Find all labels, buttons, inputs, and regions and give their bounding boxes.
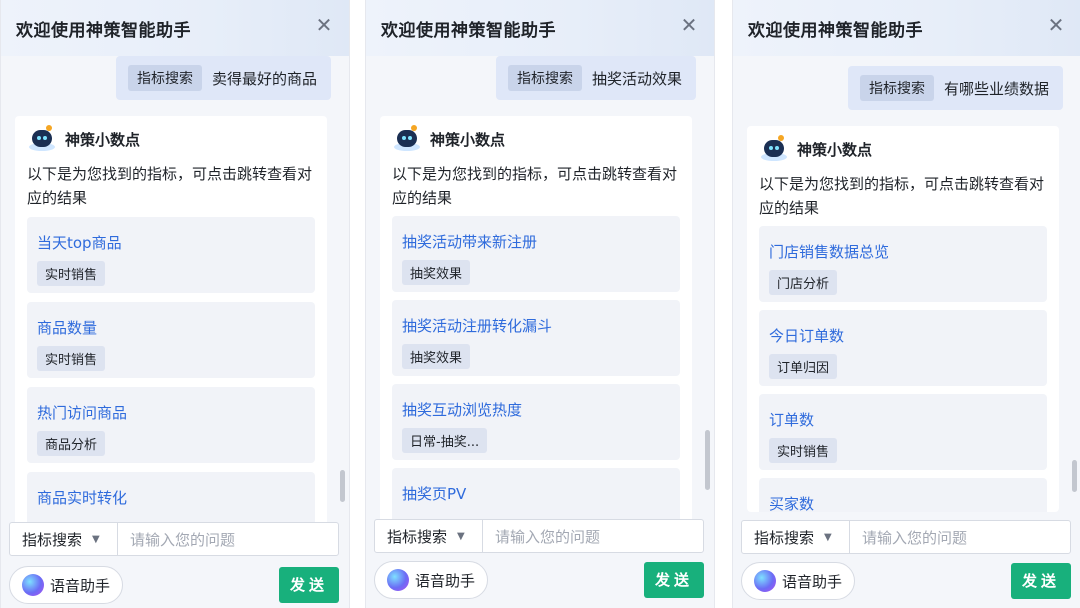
assistant-panel-1: 欢迎使用神策智能助手 ✕ 指标搜索 卖得最好的商品 神策小数点 以下是为您找到的… bbox=[0, 0, 350, 608]
result-tag: 订单归因 bbox=[769, 354, 838, 379]
dropdown-label: 指标搜索 bbox=[22, 530, 83, 549]
result-title-link[interactable]: 今日订单数 bbox=[769, 325, 844, 346]
stage: 欢迎使用神策智能助手 ✕ 指标搜索 卖得最好的商品 神策小数点 以下是为您找到的… bbox=[0, 0, 1080, 608]
bot-reply-card: 神策小数点 以下是为您找到的指标，可点击跳转查看对应的结果 当天top商品 实时… bbox=[15, 116, 327, 536]
result-tag: 抽奖效果 bbox=[402, 344, 471, 369]
robot-avatar-icon bbox=[27, 124, 57, 154]
panel-header: 欢迎使用神策智能助手 ✕ bbox=[733, 0, 1080, 56]
result-title-link[interactable]: 商品数量 bbox=[37, 317, 97, 338]
result-tag: 日常-抽奖... bbox=[402, 428, 488, 453]
voice-orb-icon bbox=[22, 574, 44, 596]
bot-header: 神策小数点 bbox=[759, 134, 872, 164]
user-message: 指标搜索 有哪些业绩数据 bbox=[847, 66, 1063, 110]
result-title-link[interactable]: 抽奖页PV bbox=[402, 483, 466, 504]
send-button[interactable]: 发送 bbox=[279, 567, 339, 603]
close-icon[interactable]: ✕ bbox=[1045, 14, 1067, 36]
result-title-link[interactable]: 商品实时转化 bbox=[37, 487, 127, 508]
bot-message: 以下是为您找到的指标，可点击跳转查看对应的结果 bbox=[27, 165, 313, 207]
user-message-tag: 指标搜索 bbox=[127, 65, 202, 91]
panel-header: 欢迎使用神策智能助手 ✕ bbox=[366, 0, 714, 56]
search-type-dropdown[interactable]: 指标搜索 ▼ bbox=[10, 523, 118, 555]
result-item[interactable]: 当天top商品 实时销售 bbox=[27, 217, 315, 293]
result-title-link[interactable]: 门店销售数据总览 bbox=[769, 241, 889, 262]
search-type-dropdown[interactable]: 指标搜索 ▼ bbox=[742, 521, 850, 553]
result-item[interactable]: 今日订单数 订单归因 bbox=[759, 310, 1047, 386]
scrollbar-thumb[interactable] bbox=[1072, 460, 1077, 492]
panel-title: 欢迎使用神策智能助手 bbox=[16, 21, 191, 41]
question-input-row: 指标搜索 ▼ 请输入您的问题 bbox=[374, 519, 704, 553]
robot-avatar-icon bbox=[392, 124, 422, 154]
send-button[interactable]: 发送 bbox=[644, 562, 704, 598]
result-title-link[interactable]: 订单数 bbox=[769, 409, 814, 430]
user-message-text: 有哪些业绩数据 bbox=[943, 79, 1049, 98]
dropdown-label: 指标搜索 bbox=[754, 528, 815, 547]
result-item[interactable]: 买家数 bbox=[759, 478, 1047, 512]
user-message: 指标搜索 抽奖活动效果 bbox=[495, 56, 696, 100]
bot-reply-card: 神策小数点 以下是为您找到的指标，可点击跳转查看对应的结果 抽奖活动带来新注册 … bbox=[380, 116, 692, 536]
bot-header: 神策小数点 bbox=[27, 124, 140, 154]
result-tag: 实时销售 bbox=[37, 346, 106, 371]
voice-assistant-label: 语音助手 bbox=[782, 572, 843, 591]
question-input[interactable]: 请输入您的问题 bbox=[118, 529, 338, 550]
result-item[interactable]: 商品数量 实时销售 bbox=[27, 302, 315, 378]
result-item[interactable]: 抽奖互动浏览热度 日常-抽奖... bbox=[392, 384, 680, 460]
result-tag: 实时销售 bbox=[769, 438, 838, 463]
result-tag: 门店分析 bbox=[769, 270, 838, 295]
question-input-row: 指标搜索 ▼ 请输入您的问题 bbox=[741, 520, 1071, 554]
voice-assistant-button[interactable]: 语音助手 bbox=[9, 566, 123, 604]
result-item[interactable]: 热门访问商品 商品分析 bbox=[27, 387, 315, 463]
panel-header: 欢迎使用神策智能助手 ✕ bbox=[1, 0, 349, 56]
bot-message: 以下是为您找到的指标，可点击跳转查看对应的结果 bbox=[759, 175, 1045, 217]
user-message: 指标搜索 卖得最好的商品 bbox=[115, 56, 331, 100]
result-title-link[interactable]: 当天top商品 bbox=[37, 232, 122, 253]
scrollbar-thumb[interactable] bbox=[705, 430, 710, 490]
panel-title: 欢迎使用神策智能助手 bbox=[748, 21, 923, 41]
user-message-tag: 指标搜索 bbox=[859, 75, 934, 101]
result-item[interactable]: 抽奖活动带来新注册 抽奖效果 bbox=[392, 216, 680, 292]
result-tag: 商品分析 bbox=[37, 431, 106, 456]
voice-orb-icon bbox=[754, 570, 776, 592]
bot-name: 神策小数点 bbox=[430, 130, 506, 149]
user-message-text: 抽奖活动效果 bbox=[591, 69, 682, 88]
result-item[interactable]: 门店销售数据总览 门店分析 bbox=[759, 226, 1047, 302]
assistant-panel-2: 欢迎使用神策智能助手 ✕ 指标搜索 抽奖活动效果 神策小数点 以下是为您找到的指… bbox=[365, 0, 715, 608]
bot-message: 以下是为您找到的指标，可点击跳转查看对应的结果 bbox=[392, 165, 678, 207]
result-tag: 抽奖效果 bbox=[402, 260, 471, 285]
caret-down-icon: ▼ bbox=[824, 531, 832, 543]
result-title-link[interactable]: 抽奖活动带来新注册 bbox=[402, 231, 537, 252]
question-input[interactable]: 请输入您的问题 bbox=[850, 527, 1070, 548]
bot-header: 神策小数点 bbox=[392, 124, 505, 154]
result-item[interactable]: 订单数 实时销售 bbox=[759, 394, 1047, 470]
close-icon[interactable]: ✕ bbox=[678, 14, 700, 36]
result-title-link[interactable]: 买家数 bbox=[769, 493, 814, 512]
panel-title: 欢迎使用神策智能助手 bbox=[381, 21, 556, 41]
search-type-dropdown[interactable]: 指标搜索 ▼ bbox=[375, 520, 483, 552]
bot-name: 神策小数点 bbox=[65, 130, 141, 149]
user-message-tag: 指标搜索 bbox=[507, 65, 582, 91]
result-title-link[interactable]: 热门访问商品 bbox=[37, 402, 127, 423]
scrollbar-thumb[interactable] bbox=[340, 470, 345, 502]
result-item[interactable]: 抽奖活动注册转化漏斗 抽奖效果 bbox=[392, 300, 680, 376]
bot-name: 神策小数点 bbox=[797, 140, 873, 159]
question-input-row: 指标搜索 ▼ 请输入您的问题 bbox=[9, 522, 339, 556]
voice-assistant-label: 语音助手 bbox=[50, 576, 111, 595]
voice-assistant-button[interactable]: 语音助手 bbox=[741, 562, 855, 600]
caret-down-icon: ▼ bbox=[457, 530, 465, 542]
user-message-text: 卖得最好的商品 bbox=[211, 69, 317, 88]
close-icon[interactable]: ✕ bbox=[313, 14, 335, 36]
send-button[interactable]: 发送 bbox=[1011, 563, 1071, 599]
caret-down-icon: ▼ bbox=[92, 533, 100, 545]
dropdown-label: 指标搜索 bbox=[387, 527, 448, 546]
result-tag: 实时销售 bbox=[37, 261, 106, 286]
robot-avatar-icon bbox=[759, 134, 789, 164]
bot-reply-card: 神策小数点 以下是为您找到的指标，可点击跳转查看对应的结果 门店销售数据总览 门… bbox=[747, 126, 1059, 512]
voice-assistant-button[interactable]: 语音助手 bbox=[374, 561, 488, 599]
voice-assistant-label: 语音助手 bbox=[415, 571, 476, 590]
result-title-link[interactable]: 抽奖互动浏览热度 bbox=[402, 399, 522, 420]
result-title-link[interactable]: 抽奖活动注册转化漏斗 bbox=[402, 315, 552, 336]
assistant-panel-3: 欢迎使用神策智能助手 ✕ 指标搜索 有哪些业绩数据 神策小数点 以下是为您找到的… bbox=[732, 0, 1080, 608]
voice-orb-icon bbox=[387, 569, 409, 591]
question-input[interactable]: 请输入您的问题 bbox=[483, 526, 703, 547]
